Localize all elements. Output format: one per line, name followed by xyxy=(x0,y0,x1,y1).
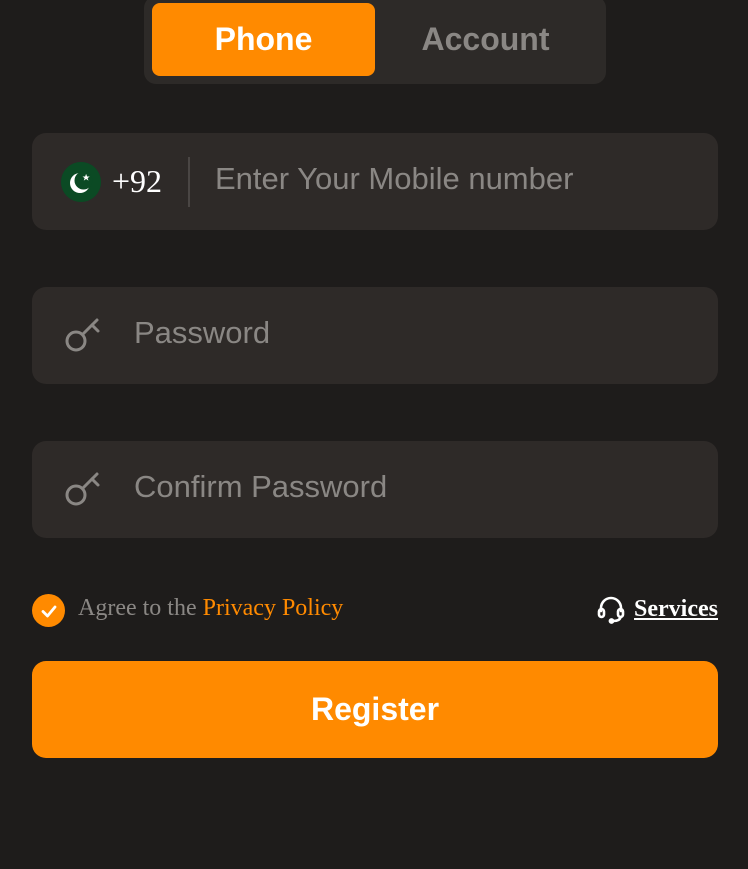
password-input[interactable] xyxy=(134,315,694,351)
divider xyxy=(188,157,190,207)
agreement-prefix: Agree to the xyxy=(78,595,197,621)
services-link[interactable]: Services xyxy=(596,594,718,624)
tab-phone[interactable]: Phone xyxy=(152,3,375,76)
privacy-policy-link[interactable]: Privacy Policy xyxy=(203,595,344,621)
checkmark-icon xyxy=(41,605,56,617)
agreement-text: Agree to the Privacy Policy xyxy=(78,595,343,622)
confirm-password-field xyxy=(32,441,718,538)
phone-field: +92 xyxy=(32,133,718,230)
agree-checkbox[interactable] xyxy=(32,594,65,627)
register-page: Phone Account +92 Enter Your Mobile numb… xyxy=(0,0,748,869)
pakistan-flag-icon[interactable] xyxy=(61,162,101,202)
country-code[interactable]: +92 xyxy=(112,163,162,200)
password-field xyxy=(32,287,718,384)
confirm-password-input[interactable] xyxy=(134,469,694,505)
key-icon xyxy=(64,469,104,509)
mobile-number-input[interactable] xyxy=(215,161,695,197)
headset-icon xyxy=(597,596,625,624)
tab-account[interactable]: Account xyxy=(374,3,597,76)
key-icon xyxy=(64,315,104,355)
register-button[interactable]: Register xyxy=(32,661,718,758)
services-label: Services xyxy=(634,595,718,622)
login-method-tabs: Phone Account xyxy=(144,0,606,84)
